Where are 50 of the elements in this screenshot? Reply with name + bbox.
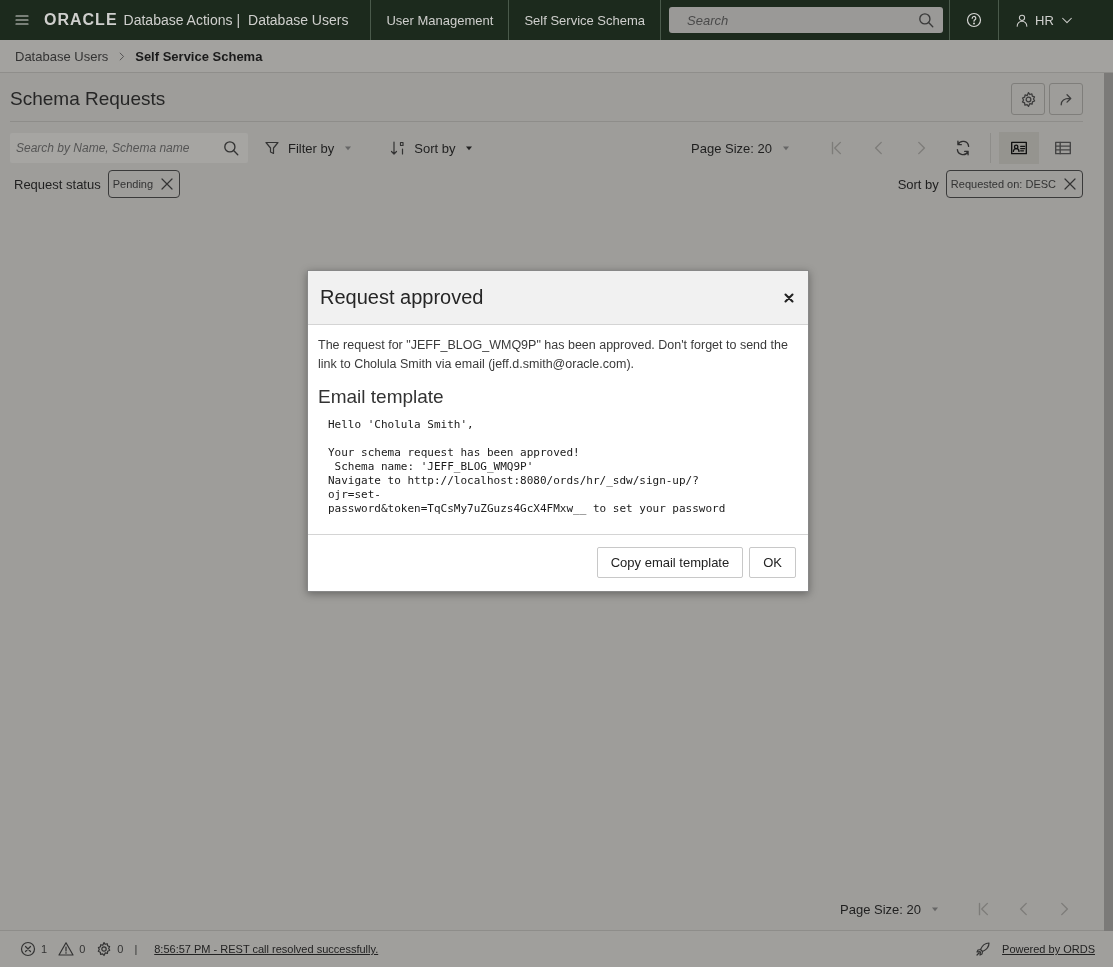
app-title: Database Actions | <box>123 12 241 28</box>
rocket-icon <box>975 941 992 957</box>
ok-button[interactable]: OK <box>749 547 796 578</box>
copy-button[interactable]: Copy email template <box>596 547 744 578</box>
remove-icon[interactable] <box>1062 176 1078 192</box>
error-count: 1 <box>41 943 48 955</box>
breadcrumb-current: Self Service Schema <box>135 48 263 64</box>
scrollbar[interactable] <box>1104 73 1113 931</box>
search-icon[interactable] <box>222 139 240 157</box>
warning-count: 0 <box>79 943 86 955</box>
dialog-title: Request approved <box>320 286 484 309</box>
page-size-dropdown[interactable]: Page Size: 20 <box>828 897 949 921</box>
status-message-link[interactable]: 8:56:57 PM - REST call resolved successfully. <box>154 943 379 955</box>
contact-card-icon <box>1010 139 1028 157</box>
filter-button[interactable]: Filter by <box>252 136 363 160</box>
sort-button[interactable]: Sort by <box>378 136 484 160</box>
task-count: 0 <box>117 943 124 955</box>
user-icon <box>1015 13 1030 27</box>
settings-button[interactable] <box>1011 83 1045 115</box>
close-icon[interactable] <box>782 290 796 305</box>
user-menu-button[interactable]: HR <box>999 0 1086 40</box>
email-template-text: Hello 'Cholula Smith', Your schema request has been approved! Schema name: 'JEFF_BLOG_WMQ9P' Navigate to http://localhost:8080/ords/hr/_sdw/sign-up/? ojr=set- password&token=TqCsMy7uZGuzs4GcX4FMxw__ to set your password <box>328 418 727 516</box>
filter-chip[interactable]: Pending <box>107 170 181 198</box>
warning-icon[interactable] <box>58 941 75 957</box>
menu-icon[interactable] <box>14 12 30 28</box>
logo: ORACLE <box>44 11 118 29</box>
help-icon[interactable] <box>966 12 983 28</box>
refresh-icon[interactable] <box>954 139 972 157</box>
separator: | <box>134 943 138 955</box>
breadcrumb-link[interactable]: Database Users <box>15 48 109 64</box>
search-field[interactable]: Search by Name, Schema name <box>10 133 248 163</box>
card-view-button[interactable] <box>999 132 1039 164</box>
dialog-message: The request for "JEFF_BLOG_WMQ9P" has been approved. Don't forget to send the link to Cholula Smith via email (jeff.d.smith@oracle.com). <box>318 337 789 373</box>
sort-chip[interactable]: Requested on: DESC <box>945 170 1083 198</box>
table-icon <box>1054 139 1072 157</box>
filter-icon <box>264 140 280 156</box>
search-field[interactable]: Search <box>669 7 944 33</box>
page-title: Schema Requests <box>10 88 166 110</box>
error-icon[interactable] <box>20 941 36 957</box>
settings-icon <box>1019 90 1037 108</box>
section-heading: Email template <box>318 386 445 408</box>
settings-icon[interactable] <box>96 941 113 957</box>
share-button[interactable] <box>1049 83 1083 115</box>
section-title: Database Users <box>248 12 349 28</box>
search-icon[interactable] <box>917 11 936 29</box>
filter-label: Request status <box>14 176 101 192</box>
sort-icon <box>390 140 407 156</box>
powered-by-link[interactable]: Powered by ORDS <box>1002 943 1095 955</box>
page-size-dropdown[interactable]: Page Size: 20 <box>679 136 800 160</box>
sort-label: Sort by <box>897 176 939 192</box>
